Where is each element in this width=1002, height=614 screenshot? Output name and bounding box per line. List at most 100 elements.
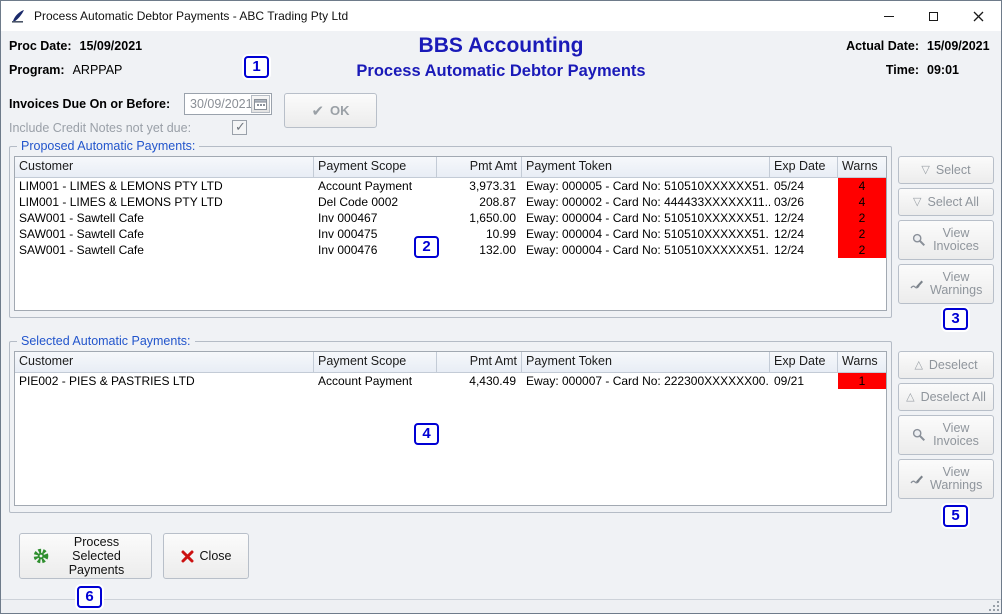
table-row[interactable]: LIM001 - LIMES & LEMONS PTY LTD Del Code…	[15, 194, 886, 210]
due-date-value: 30/09/2021	[190, 97, 253, 111]
credit-notes-label: Include Credit Notes not yet due:	[9, 121, 191, 135]
window-title: Process Automatic Debtor Payments - ABC …	[34, 9, 866, 23]
deselect-arrow-icon: △	[914, 359, 922, 372]
table-row[interactable]: PIE002 - PIES & PASTRIES LTD Account Pay…	[15, 373, 886, 389]
view-warnings-label: View Warnings	[930, 466, 982, 492]
minimize-icon	[884, 16, 894, 17]
cell-customer: LIM001 - LIMES & LEMONS PTY LTD	[15, 178, 314, 194]
col-header-customer[interactable]: Customer	[15, 157, 314, 177]
col-header-warns[interactable]: Warns	[838, 157, 886, 177]
titlebar[interactable]: Process Automatic Debtor Payments - ABC …	[1, 1, 1001, 31]
col-header-payment-scope[interactable]: Payment Scope	[314, 157, 437, 177]
cell-customer: SAW001 - Sawtell Cafe	[15, 210, 314, 226]
table-row[interactable]: SAW001 - Sawtell Cafe Inv 000475 10.99 E…	[15, 226, 886, 242]
magnifier-icon	[912, 428, 926, 442]
due-date-input[interactable]: 30/09/2021	[184, 93, 272, 115]
col-header-payment-token[interactable]: Payment Token	[522, 352, 770, 372]
app-window: Process Automatic Debtor Payments - ABC …	[0, 0, 1002, 614]
select-button[interactable]: ▽ Select	[898, 156, 994, 184]
cell-customer: LIM001 - LIMES & LEMONS PTY LTD	[15, 194, 314, 210]
proposed-group-label: Proposed Automatic Payments:	[17, 139, 199, 153]
col-header-payment-scope[interactable]: Payment Scope	[314, 352, 437, 372]
col-header-payment-token[interactable]: Payment Token	[522, 157, 770, 177]
cell-customer: SAW001 - Sawtell Cafe	[15, 242, 314, 258]
main-content: Proc Date: 15/09/2021 Program: ARPPAP BB…	[1, 31, 1001, 613]
annotation-2: 2	[414, 236, 439, 258]
credit-notes-checkbox[interactable]	[232, 120, 247, 135]
cell-warns: 4	[838, 194, 886, 210]
cell-warns: 2	[838, 242, 886, 258]
cell-scope: Del Code 0002	[314, 194, 437, 210]
screen-heading: Process Automatic Debtor Payments	[1, 62, 1001, 81]
cell-warns: 4	[838, 178, 886, 194]
time-label: Time:	[886, 63, 919, 77]
ok-button[interactable]: ✔ OK	[284, 93, 377, 128]
check-icon: ✔	[311, 102, 324, 120]
annotation-1: 1	[244, 56, 269, 78]
maximize-icon	[929, 12, 938, 21]
select-all-arrow-icon: ▽	[913, 196, 921, 209]
col-header-exp-date[interactable]: Exp Date	[770, 157, 838, 177]
cell-scope: Account Payment	[314, 178, 437, 194]
cell-amount: 10.99	[437, 226, 522, 242]
proposed-table-header: Customer Payment Scope Pmt Amt Payment T…	[15, 157, 886, 178]
cell-token: Eway: 000005 - Card No: 510510XXXXXX51..…	[522, 178, 770, 194]
view-warnings-button-selected[interactable]: View Warnings	[898, 459, 994, 499]
col-header-pmt-amt[interactable]: Pmt Amt	[437, 352, 522, 372]
col-header-exp-date[interactable]: Exp Date	[770, 352, 838, 372]
close-icon	[973, 11, 984, 22]
selected-payments-table: Customer Payment Scope Pmt Amt Payment T…	[14, 351, 887, 506]
view-invoices-button[interactable]: View Invoices	[898, 220, 994, 260]
deselect-all-button-label: Deselect All	[921, 391, 986, 404]
cell-warns: 2	[838, 226, 886, 242]
annotation-3: 3	[943, 308, 968, 330]
table-row[interactable]: SAW001 - Sawtell Cafe Inv 000476 132.00 …	[15, 242, 886, 258]
process-selected-payments-button[interactable]: Process Selected Payments	[19, 533, 152, 579]
red-x-icon	[181, 550, 194, 563]
cell-warns: 1	[838, 373, 886, 389]
col-header-pmt-amt[interactable]: Pmt Amt	[437, 157, 522, 177]
selected-table-header: Customer Payment Scope Pmt Amt Payment T…	[15, 352, 886, 373]
select-arrow-icon: ▽	[921, 164, 929, 177]
deselect-all-button[interactable]: △ Deselect All	[898, 383, 994, 411]
calendar-picker-button[interactable]	[251, 95, 270, 113]
actual-date-value: 15/09/2021	[927, 39, 991, 53]
actual-date-row: Actual Date: 15/09/2021	[846, 39, 991, 53]
cell-exp: 12/24	[770, 242, 838, 258]
annotation-5: 5	[943, 505, 968, 527]
cell-exp: 09/21	[770, 373, 838, 389]
view-invoices-button-selected[interactable]: View Invoices	[898, 415, 994, 455]
selected-group-label: Selected Automatic Payments:	[17, 334, 195, 348]
table-row[interactable]: LIM001 - LIMES & LEMONS PTY LTD Account …	[15, 178, 886, 194]
deselect-button[interactable]: △ Deselect	[898, 351, 994, 379]
time-row: Time: 09:01	[886, 63, 991, 77]
col-header-customer[interactable]: Customer	[15, 352, 314, 372]
table-row[interactable]: SAW001 - Sawtell Cafe Inv 000467 1,650.0…	[15, 210, 886, 226]
cell-scope: Inv 000467	[314, 210, 437, 226]
cell-token: Eway: 000004 - Card No: 510510XXXXXX51..…	[522, 226, 770, 242]
close-button[interactable]: Close	[163, 533, 249, 579]
view-warnings-button[interactable]: View Warnings	[898, 264, 994, 304]
minimize-button[interactable]	[866, 1, 911, 31]
annotation-6: 6	[77, 586, 102, 608]
app-icon	[10, 8, 26, 24]
proposed-payments-table: Customer Payment Scope Pmt Amt Payment T…	[14, 156, 887, 311]
resize-grip[interactable]	[987, 599, 1000, 612]
cell-token: Eway: 000004 - Card No: 510510XXXXXX51..…	[522, 210, 770, 226]
invoices-due-label: Invoices Due On or Before:	[9, 97, 170, 111]
process-selected-payments-label: Process Selected Payments	[55, 535, 139, 577]
cell-customer: PIE002 - PIES & PASTRIES LTD	[15, 373, 314, 389]
pen-warning-icon	[910, 277, 924, 291]
calendar-icon	[254, 98, 267, 110]
col-header-warns[interactable]: Warns	[838, 352, 886, 372]
cell-exp: 05/24	[770, 178, 838, 194]
time-value: 09:01	[927, 63, 991, 77]
maximize-button[interactable]	[911, 1, 956, 31]
cell-amount: 1,650.00	[437, 210, 522, 226]
cell-amount: 4,430.49	[437, 373, 522, 389]
select-button-label: Select	[936, 164, 971, 177]
cell-amount: 3,973.31	[437, 178, 522, 194]
cell-amount: 208.87	[437, 194, 522, 210]
select-all-button[interactable]: ▽ Select All	[898, 188, 994, 216]
close-window-button[interactable]	[956, 1, 1001, 31]
